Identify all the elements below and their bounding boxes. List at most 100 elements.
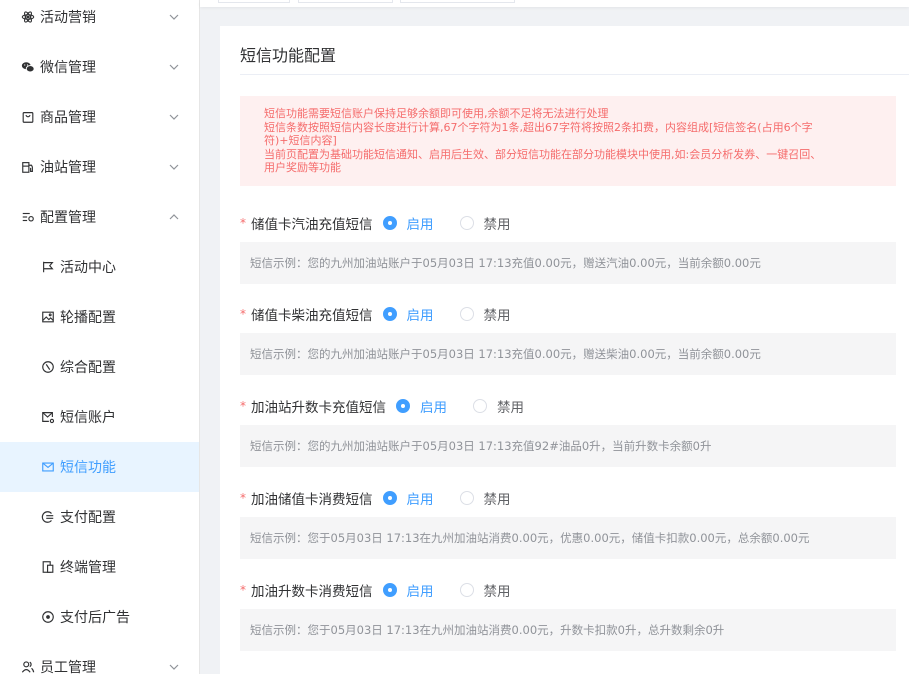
radio-label: 禁用 xyxy=(483,217,511,233)
radio-dot-icon xyxy=(459,583,474,597)
sms-setting-liter-card-recharge: * 加油站升数卡充值短信 启用 禁用 短信示例：您的九州加油站账户于05月03日… xyxy=(240,394,896,467)
sidebar-item-label: 活动中心 xyxy=(60,260,116,276)
alert-line: 用户奖励等功能 xyxy=(264,161,341,174)
sidebar-item-label: 微信管理 xyxy=(40,60,96,76)
enable-radio[interactable]: 启用 xyxy=(382,213,434,233)
sms-setting-gasoline-recharge: * 储值卡汽油充值短信 启用 禁用 短信示例：您的九州加油站账户于05月03日 … xyxy=(240,211,896,284)
sidebar-item-label: 终端管理 xyxy=(60,560,116,576)
alert-line: 短信功能需要短信账户保持足够余额即可使用,余额不足将无法进行处理 xyxy=(264,107,609,120)
radio-label: 禁用 xyxy=(483,492,511,508)
disable-radio[interactable]: 禁用 xyxy=(459,488,511,508)
radio-dot-icon xyxy=(473,399,487,413)
setting-label: 加油站升数卡充值短信 xyxy=(251,400,386,416)
mail-icon xyxy=(40,459,56,475)
radio-label: 启用 xyxy=(406,584,434,600)
radio-dot-icon xyxy=(382,583,397,597)
sms-example: 短信示例：您于05月03日 17:13在九州加油站消费0.00元，优惠0.00元… xyxy=(240,517,896,559)
sms-example: 短信示例：您的九州加油站账户于05月03日 17:13充值0.00元，赠送柴油0… xyxy=(240,333,896,375)
payment-icon xyxy=(40,509,56,525)
radio-label: 启用 xyxy=(406,492,434,508)
divider xyxy=(240,74,909,75)
radio-dot-icon xyxy=(382,491,397,505)
sms-setting-stored-value-consumption: * 加油储值卡消费短信 启用 禁用 短信示例：您于05月03日 17:13在九州… xyxy=(240,486,896,559)
gas-station-icon xyxy=(20,159,36,175)
enable-radio[interactable]: 启用 xyxy=(382,304,434,324)
radio-dot-icon xyxy=(459,491,474,505)
enable-radio[interactable]: 启用 xyxy=(396,396,447,416)
sidebar-item-label: 活动营销 xyxy=(40,10,96,26)
sidebar-item-station[interactable]: 油站管理 xyxy=(0,142,199,192)
radio-dot-icon xyxy=(459,216,474,230)
chevron-down-icon xyxy=(168,111,180,123)
radio-label: 启用 xyxy=(420,400,447,416)
sidebar-item-carousel-config[interactable]: 轮播配置 xyxy=(0,292,199,342)
sidebar-item-goods[interactable]: 商品管理 xyxy=(0,92,199,142)
mail-settings-icon xyxy=(40,409,56,425)
disable-radio[interactable]: 禁用 xyxy=(473,396,524,416)
sidebar-item-activity-center[interactable]: 活动中心 xyxy=(0,242,199,292)
compass-icon xyxy=(40,359,56,375)
sidebar-item-terminal-management[interactable]: 终端管理 xyxy=(0,542,199,592)
disable-radio[interactable]: 禁用 xyxy=(459,304,511,324)
disable-radio[interactable]: 禁用 xyxy=(459,213,511,233)
sidebar-item-config[interactable]: 配置管理 xyxy=(0,192,199,242)
atom-icon xyxy=(20,9,36,25)
chevron-down-icon xyxy=(168,161,180,173)
setting-label: 加油储值卡消费短信 xyxy=(251,492,373,508)
page-title: 短信功能配置 xyxy=(240,46,337,65)
setting-label: 加油升数卡消费短信 xyxy=(251,584,373,600)
radio-label: 启用 xyxy=(406,308,434,324)
chevron-down-icon xyxy=(168,661,180,673)
shopping-bag-icon xyxy=(20,109,36,125)
tab[interactable] xyxy=(218,0,290,3)
required-asterisk: * xyxy=(240,399,246,413)
sidebar-item-label: 员工管理 xyxy=(40,660,96,674)
sidebar-item-payment-config[interactable]: 支付配置 xyxy=(0,492,199,542)
sidebar-item-staff[interactable]: 员工管理 xyxy=(0,642,199,674)
alert-line: 符)+短信内容] xyxy=(264,134,337,147)
sidebar-item-label: 商品管理 xyxy=(40,110,96,126)
disable-radio[interactable]: 禁用 xyxy=(459,580,511,600)
required-asterisk: * xyxy=(240,491,246,505)
settings-list-icon xyxy=(20,209,36,225)
chevron-up-icon xyxy=(168,211,180,223)
terminal-icon xyxy=(40,559,56,575)
flag-icon xyxy=(40,259,56,275)
required-asterisk: * xyxy=(240,583,246,597)
sidebar-item-sms-function[interactable]: 短信功能 xyxy=(0,442,199,492)
sidebar-item-wechat[interactable]: 微信管理 xyxy=(0,42,199,92)
sidebar-item-label: 短信账户 xyxy=(60,410,116,426)
sms-setting-liter-card-consumption: * 加油升数卡消费短信 启用 禁用 短信示例：您于05月03日 17:13在九州… xyxy=(240,578,896,651)
sidebar-item-label: 综合配置 xyxy=(60,360,116,376)
radio-dot-icon xyxy=(396,399,410,413)
required-asterisk: * xyxy=(240,216,246,230)
sidebar-item-sms-account[interactable]: 短信账户 xyxy=(0,392,199,442)
sms-example: 短信示例：您的九州加油站账户于05月03日 17:13充值92#油品0升，当前升… xyxy=(240,425,896,467)
radio-dot-icon xyxy=(459,307,474,321)
circle-dot-icon xyxy=(40,609,56,625)
sms-example: 短信示例：您的九州加油站账户于05月03日 17:13充值0.00元，赠送汽油0… xyxy=(240,242,896,284)
alert-line: 短信条数按照短信内容长度进行计算,67个字符为1条,超出67字符将按照2条扣费，… xyxy=(264,120,813,134)
enable-radio[interactable]: 启用 xyxy=(382,580,434,600)
sidebar-item-label: 短信功能 xyxy=(60,460,116,476)
sidebar-item-label: 油站管理 xyxy=(40,160,96,176)
tab[interactable] xyxy=(400,0,515,3)
radio-label: 禁用 xyxy=(483,584,511,600)
sidebar-item-post-payment-ads[interactable]: 支付后广告 xyxy=(0,592,199,642)
wechat-icon xyxy=(20,59,36,75)
enable-radio[interactable]: 启用 xyxy=(382,488,434,508)
image-icon xyxy=(40,309,56,325)
sidebar-item-label: 支付配置 xyxy=(60,510,116,526)
sidebar: 活动营销 微信管理 商品管理 油站管理 配置管理 活动中心 轮播配置 综合配置 … xyxy=(0,0,200,674)
sidebar-item-activity-marketing[interactable]: 活动营销 xyxy=(0,0,199,42)
warning-alert: 短信功能需要短信账户保持足够余额即可使用,余额不足将无法进行处理 短信条数按照短… xyxy=(240,96,896,186)
sidebar-item-general-config[interactable]: 综合配置 xyxy=(0,342,199,392)
sidebar-item-label: 配置管理 xyxy=(40,210,96,226)
alert-line: 当前页配置为基础功能短信通知、启用后生效、部分短信功能在部分功能模块中使用,如:… xyxy=(264,147,822,161)
tab[interactable] xyxy=(298,0,393,3)
chevron-down-icon xyxy=(168,11,180,23)
sms-config-panel: 短信功能配置 短信功能需要短信账户保持足够余额即可使用,余额不足将无法进行处理 … xyxy=(220,26,909,674)
radio-dot-icon xyxy=(382,307,397,321)
required-asterisk: * xyxy=(240,307,246,321)
setting-label: 储值卡汽油充值短信 xyxy=(251,217,373,233)
